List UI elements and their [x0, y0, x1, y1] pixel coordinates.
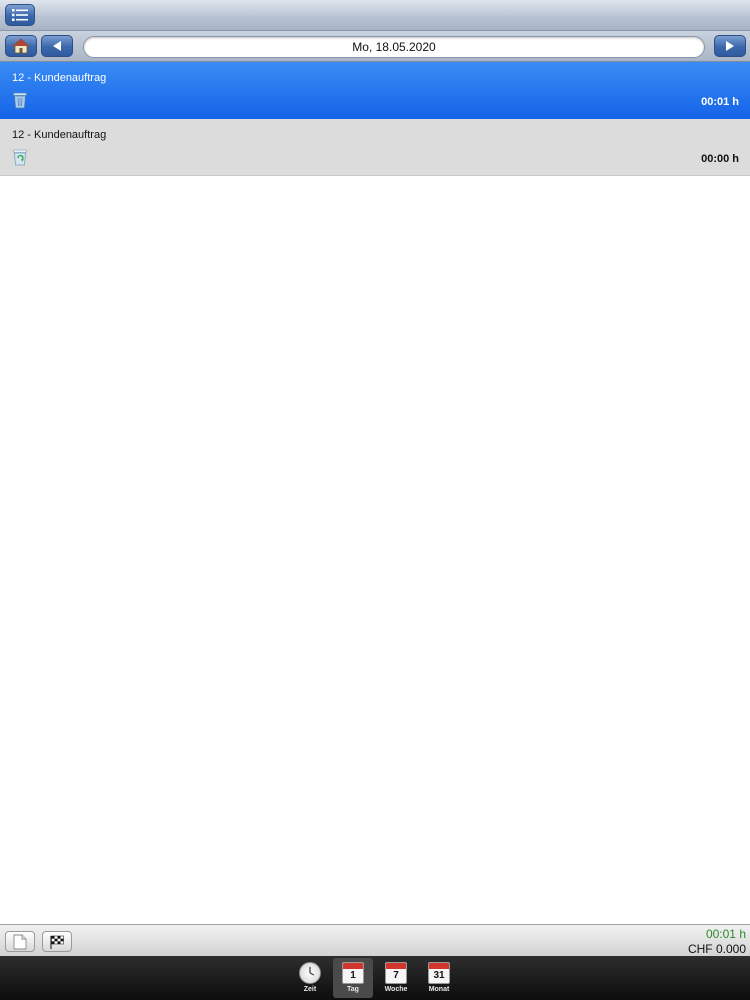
date-navigation-bar: Mo, 18.05.2020 [0, 31, 750, 62]
top-bar [0, 0, 750, 31]
tab-tag[interactable]: 1 Tag [333, 958, 373, 998]
tab-label: Woche [384, 986, 408, 993]
tab-zeit[interactable]: Zeit [290, 958, 330, 998]
tab-label: Zeit [303, 986, 317, 993]
triangle-left-icon [53, 41, 61, 51]
home-icon [12, 38, 30, 54]
list-item[interactable]: 12 - Kundenauftrag 00:00 h [0, 119, 750, 176]
calendar-icon: 1 [342, 962, 364, 984]
list-item[interactable]: 12 - Kundenauftrag 00:01 h [0, 62, 750, 119]
total-time: 00:01 h [705, 927, 746, 941]
calendar-icon: 31 [428, 962, 450, 984]
tab-monat[interactable]: 31 Monat [419, 958, 459, 998]
tab-woche[interactable]: 7 Woche [376, 958, 416, 998]
home-button[interactable] [5, 35, 37, 57]
entry-duration: 00:00 h [701, 153, 739, 165]
tab-bar: Zeit 1 Tag 7 Woche 31 Monat [0, 956, 750, 1000]
checkered-flag-icon [50, 935, 64, 949]
finish-button[interactable] [42, 931, 72, 952]
clock-icon [299, 962, 321, 984]
total-amount: CHF 0.000 [687, 942, 746, 956]
triangle-right-icon [726, 41, 734, 51]
entry-duration: 00:01 h [701, 96, 739, 108]
document-icon [13, 934, 27, 949]
calendar-icon: 7 [385, 962, 407, 984]
trash-icon[interactable] [12, 92, 28, 109]
tab-label: Tag [347, 986, 359, 993]
new-entry-button[interactable] [5, 931, 35, 952]
entry-title: 12 - Kundenauftrag [12, 129, 107, 141]
menu-button[interactable] [5, 4, 35, 26]
time-entry-list: 12 - Kundenauftrag 00:01 h 12 - Kundenau… [0, 62, 750, 176]
list-icon [12, 9, 28, 21]
next-day-button[interactable] [714, 35, 746, 57]
date-display[interactable]: Mo, 18.05.2020 [83, 36, 705, 58]
bottom-toolbar: 00:01 h CHF 0.000 [0, 924, 750, 956]
entry-title: 12 - Kundenauftrag [12, 72, 107, 84]
previous-day-button[interactable] [41, 35, 73, 57]
recycle-trash-icon[interactable] [12, 149, 28, 166]
tab-label: Monat [428, 986, 450, 993]
